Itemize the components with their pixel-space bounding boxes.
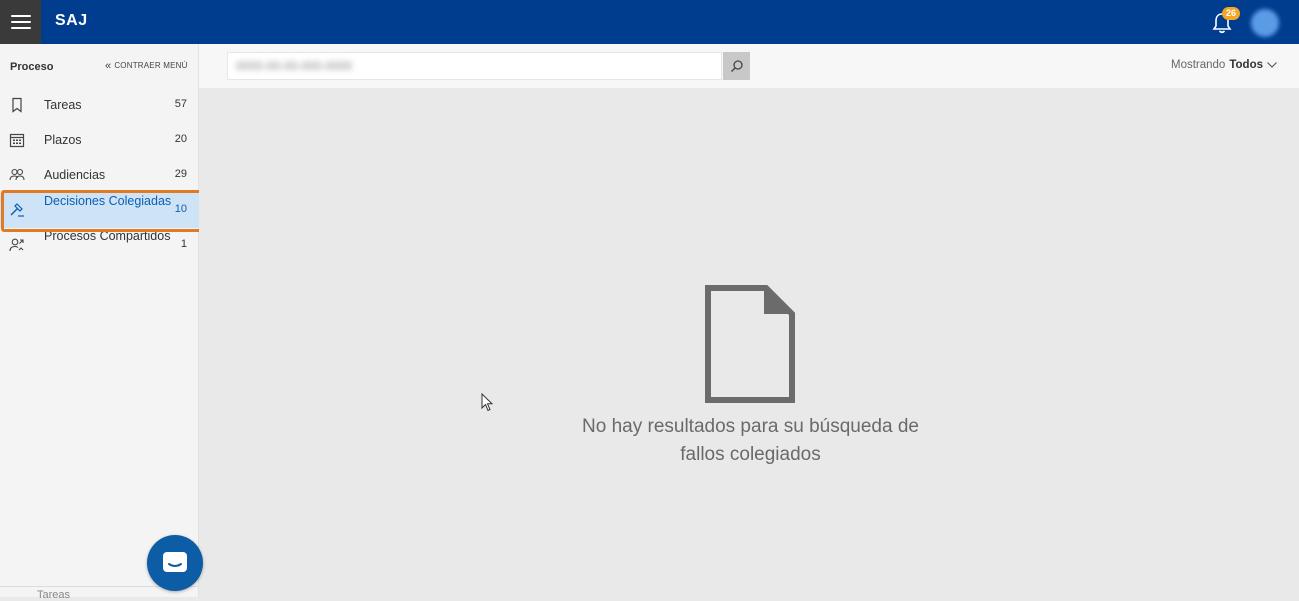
sidebar-item-decisiones-colegiadas[interactable]: Decisiones Colegiadas 10 bbox=[0, 193, 199, 228]
sidebar-item-label: Audiencias bbox=[44, 168, 106, 182]
app-title: SAJ bbox=[55, 12, 88, 29]
sidebar-item-count: 10 bbox=[174, 203, 187, 215]
sidebar-item-label: Decisiones Colegiadas bbox=[44, 194, 172, 208]
mouse-cursor-icon bbox=[481, 393, 494, 412]
chevron-down-icon bbox=[1267, 62, 1277, 68]
sidebar: Proceso « CONTRAER MENÚ Tareas 57 Plazos… bbox=[0, 44, 199, 601]
main-content: No hay resultados para su búsqueda de fa… bbox=[199, 88, 1299, 597]
sidebar-item-procesos-compartidos[interactable]: Procesos Compartidos 1 bbox=[0, 228, 199, 263]
empty-message-line1: No hay resultados para su búsqueda de bbox=[582, 416, 919, 437]
hamburger-menu-button[interactable] bbox=[0, 0, 41, 44]
sidebar-item-label: Tareas bbox=[44, 98, 82, 112]
filter-dropdown[interactable]: Mostrando Todos bbox=[1171, 59, 1277, 71]
sidebar-item-count: 57 bbox=[174, 98, 187, 110]
bookmark-icon bbox=[12, 97, 22, 113]
empty-message-line2: fallos colegiados bbox=[680, 444, 821, 465]
double-chevron-left-icon: « bbox=[105, 59, 112, 72]
toolbar: 0000-00-00-000-0000 Mostrando Todos bbox=[199, 44, 1299, 88]
people-icon bbox=[9, 168, 25, 181]
search-icon bbox=[730, 60, 743, 72]
sidebar-footer-label: Tareas bbox=[37, 589, 71, 601]
search-input[interactable]: 0000-00-00-000-0000 bbox=[227, 52, 722, 80]
sidebar-item-label: Procesos Compartidos bbox=[44, 229, 171, 243]
sidebar-item-plazos[interactable]: Plazos 20 bbox=[0, 123, 199, 158]
sidebar-item-tareas[interactable]: Tareas 57 bbox=[0, 88, 199, 123]
gavel-icon bbox=[10, 203, 24, 217]
user-avatar[interactable] bbox=[1251, 9, 1279, 37]
sidebar-title: Proceso bbox=[10, 61, 54, 73]
shared-user-icon bbox=[9, 238, 24, 252]
collapse-menu-label: CONTRAER MENÚ bbox=[114, 61, 188, 70]
top-bar: SAJ 26 bbox=[0, 0, 1299, 44]
sidebar-item-count: 29 bbox=[174, 168, 187, 180]
sidebar-item-count: 1 bbox=[180, 238, 187, 250]
sidebar-item-count: 20 bbox=[174, 133, 187, 145]
hamburger-icon bbox=[10, 15, 31, 29]
sidebar-header: Proceso « CONTRAER MENÚ bbox=[0, 44, 199, 88]
calendar-icon bbox=[9, 133, 25, 148]
search-button[interactable] bbox=[723, 52, 750, 80]
notification-badge: 26 bbox=[1222, 7, 1240, 20]
chat-launcher-button[interactable] bbox=[147, 535, 203, 591]
filter-value: Todos bbox=[1229, 59, 1263, 71]
sidebar-item-audiencias[interactable]: Audiencias 29 bbox=[0, 158, 199, 193]
empty-state-message: No hay resultados para su búsqueda de fa… bbox=[549, 413, 952, 469]
sidebar-item-label: Plazos bbox=[44, 133, 82, 147]
chat-icon bbox=[163, 552, 187, 572]
filter-prefix: Mostrando bbox=[1171, 59, 1226, 71]
collapse-menu-button[interactable]: « CONTRAER MENÚ bbox=[105, 59, 188, 72]
empty-document-icon bbox=[705, 285, 795, 403]
search-input-value: 0000-00-00-000-0000 bbox=[236, 59, 353, 73]
